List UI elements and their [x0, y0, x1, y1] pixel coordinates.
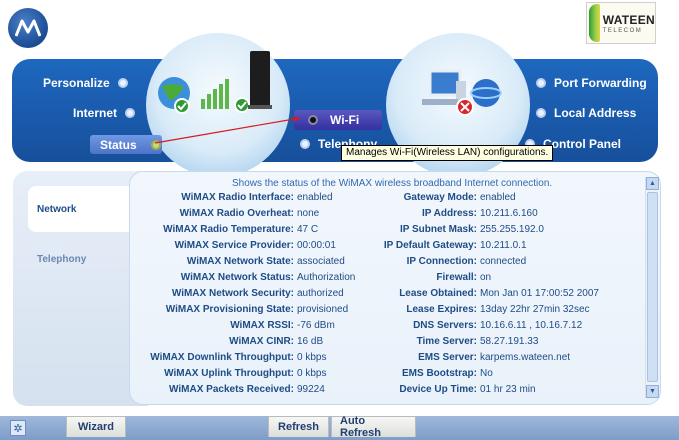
- status-label: WiMAX Provisioning State:: [165, 304, 294, 315]
- status-label: WiMAX RSSI:: [230, 320, 294, 331]
- status-label: EMS Bootstrap:: [402, 368, 477, 379]
- tooltip: Manages Wi-Fi(Wireless LAN) configuratio…: [341, 145, 554, 161]
- status-label: WiMAX Packets Received:: [169, 384, 294, 395]
- status-label: DNS Servers:: [413, 320, 477, 331]
- status-label: WiMAX Uplink Throughput:: [164, 368, 294, 379]
- tab-network-label: Network: [37, 204, 77, 215]
- wizard-button[interactable]: Wizard: [66, 416, 126, 437]
- status-label: WiMAX Network Status:: [180, 272, 294, 283]
- tab-network[interactable]: Network: [28, 186, 140, 232]
- status-label: WiMAX Service Provider:: [174, 240, 294, 251]
- refresh-button[interactable]: Refresh: [268, 416, 329, 437]
- status-value: No: [480, 368, 493, 379]
- tab-telephony[interactable]: Telephony: [28, 250, 86, 265]
- status-value: 10.211.6.160: [480, 208, 538, 219]
- status-value: none: [297, 208, 320, 219]
- status-value: associated: [297, 256, 345, 267]
- status-label: IP Connection:: [406, 256, 477, 267]
- status-label: Lease Expires:: [406, 304, 477, 315]
- status-label: WiMAX Downlink Throughput:: [150, 352, 294, 363]
- status-label: WiMAX Radio Interface:: [181, 192, 294, 203]
- status-value: 99224: [297, 384, 325, 395]
- status-label: IP Default Gateway:: [383, 240, 477, 251]
- status-value: 01 hr 23 min: [480, 384, 536, 395]
- status-label: Time Server:: [416, 336, 477, 347]
- status-value: connected: [480, 256, 527, 267]
- status-value: 13day 22hr 27min 32sec: [480, 304, 590, 315]
- status-label: Lease Obtained:: [399, 288, 477, 299]
- resize-icon[interactable]: ✲: [10, 420, 26, 436]
- status-value: provisioned: [297, 304, 349, 315]
- scrollbar[interactable]: ▲ ▼: [645, 177, 659, 398]
- status-value: 16 dB: [297, 336, 324, 347]
- panel-title: Shows the status of the WiMAX wireless b…: [232, 178, 553, 189]
- status-value: enabled: [480, 192, 516, 203]
- status-label: EMS Server:: [418, 352, 477, 363]
- status-label: WiMAX Network State:: [186, 256, 294, 267]
- status-value: 00:00:01: [297, 240, 336, 251]
- status-value: -76 dBm: [297, 320, 335, 331]
- status-label: Firewall:: [436, 272, 477, 283]
- status-label: Gateway Mode:: [403, 192, 477, 203]
- status-label: IP Address:: [421, 208, 477, 219]
- status-value: 0 kbps: [297, 352, 327, 363]
- status-label: WiMAX Radio Temperature:: [163, 224, 294, 235]
- status-label: WiMAX Radio Overheat:: [179, 208, 294, 219]
- status-value: enabled: [297, 192, 333, 203]
- status-label: IP Subnet Mask:: [399, 224, 477, 235]
- status-value: 10.211.0.1: [480, 240, 527, 251]
- scroll-thumb[interactable]: [647, 192, 658, 382]
- status-value: Mon Jan 01 17:00:52 2007: [480, 288, 599, 299]
- status-value: 58.27.191.33: [480, 336, 539, 347]
- auto-refresh-button[interactable]: Auto Refresh: [331, 415, 416, 439]
- status-value: on: [480, 272, 492, 283]
- status-label: WiMAX CINR:: [229, 336, 294, 347]
- tab-telephony-label: Telephony: [37, 254, 87, 265]
- status-label: WiMAX Network Security:: [171, 288, 294, 299]
- status-label: Device Up Time:: [399, 384, 477, 395]
- status-value: Authorization: [297, 272, 356, 283]
- app-window: WATEEN TELECOM Personalize Internet Stat…: [0, 0, 679, 440]
- scroll-down-icon[interactable]: ▼: [646, 385, 659, 398]
- status-value: 0 kbps: [297, 368, 327, 379]
- status-value: 47 C: [297, 224, 319, 235]
- status-value: 10.16.6.11 , 10.16.7.12: [480, 320, 583, 331]
- status-value: karpems.wateen.net: [480, 352, 571, 363]
- status-value: authorized: [297, 288, 344, 299]
- scroll-up-icon[interactable]: ▲: [646, 177, 659, 190]
- status-value: 255.255.192.0: [480, 224, 544, 235]
